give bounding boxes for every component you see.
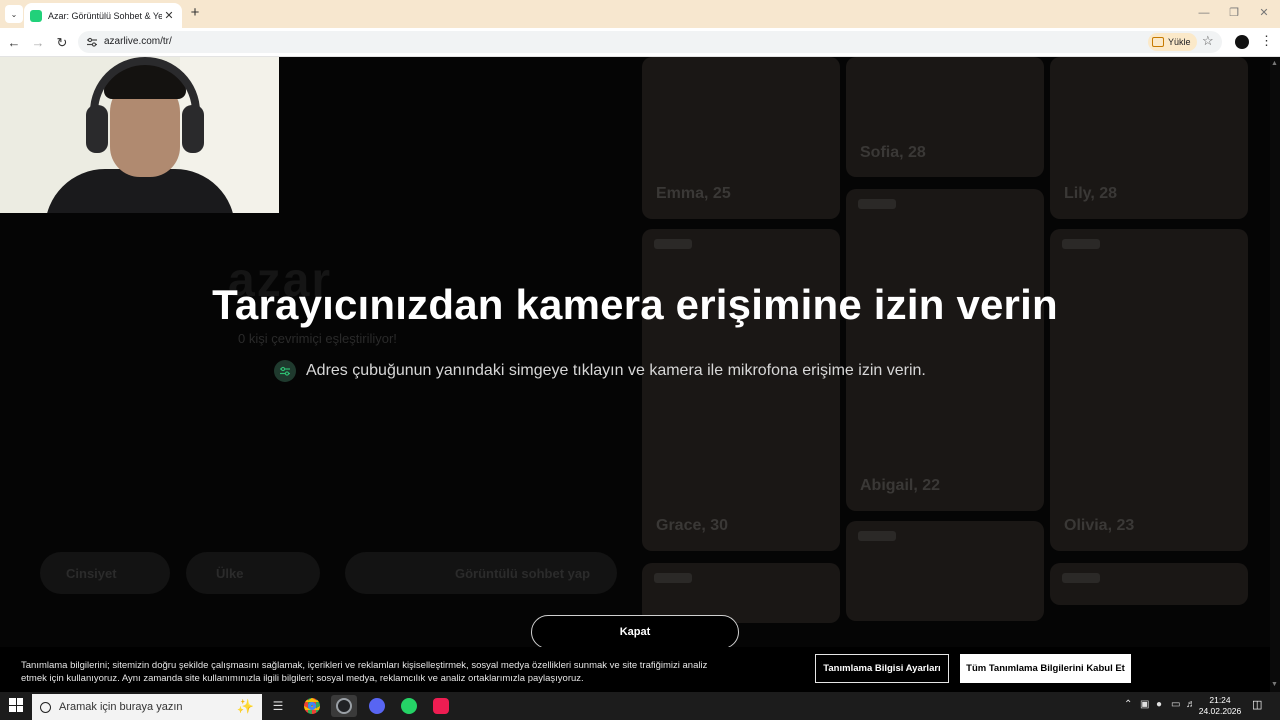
profile-card-tag	[1062, 239, 1100, 249]
scroll-up-icon[interactable]: ▲	[1271, 60, 1278, 67]
profile-card	[846, 521, 1044, 621]
clock-time: 21:24	[1209, 695, 1231, 705]
profile-card-tag	[858, 531, 896, 541]
tab-title: Azar: Görüntülü Sohbet & Yeni	[48, 10, 162, 21]
gender-filter-label: Cinsiyet	[66, 565, 117, 581]
profile-card-label: Grace, 30	[656, 517, 729, 534]
profile-card	[642, 563, 840, 623]
show-hidden-icons-icon[interactable]: ⌃	[1124, 699, 1132, 710]
microphone-icon[interactable]: ●	[1156, 699, 1162, 710]
profile-avatar[interactable]	[1235, 35, 1249, 49]
taskbar-search[interactable]: Aramak için buraya yazın ✨	[32, 694, 262, 720]
windows-start-icon[interactable]	[9, 698, 23, 712]
profile-card: Abigail, 22	[846, 189, 1044, 511]
profile-card	[1050, 563, 1248, 605]
profile-card-tag	[858, 199, 896, 209]
scroll-down-icon[interactable]: ▼	[1271, 681, 1278, 688]
tiktok-icon[interactable]	[428, 695, 454, 717]
browser-tab-strip: ⌄ Azar: Görüntülü Sohbet & Yeni ✕ + — ❐ …	[0, 0, 1280, 28]
whatsapp-icon[interactable]	[396, 695, 422, 717]
install-label: Yükle	[1168, 37, 1191, 47]
profile-grid: Emma, 25 Sofia, 28 Lily, 28 Abigail, 22 …	[640, 57, 1250, 623]
profile-card: Emma, 25	[642, 57, 840, 219]
cookie-banner: Tanımlama bilgilerini; sitemizin doğru ş…	[0, 647, 1280, 692]
headphone-left	[86, 105, 108, 153]
search-icon	[40, 701, 51, 713]
meet-now-icon[interactable]: ▣	[1140, 699, 1149, 710]
permission-heading: Tarayıcınızdan kamera erişimine izin ver…	[212, 281, 1058, 328]
profile-card-label: Olivia, 23	[1064, 517, 1135, 534]
webcam-preview	[0, 57, 279, 213]
country-filter-button[interactable]: Ülke	[186, 552, 320, 594]
profile-card-label: Sofia, 28	[860, 144, 926, 161]
profile-card-tag	[654, 239, 692, 249]
url-text: azarlive.com/tr/	[104, 36, 172, 47]
chrome-profile-icon[interactable]	[331, 695, 357, 717]
browser-toolbar: ← → ↻ azarlive.com/tr/ Yükle ☆ ⋮	[0, 28, 1280, 57]
sparkle-icon: ✨	[236, 698, 254, 714]
new-tab-button[interactable]: +	[187, 5, 203, 21]
bookmark-star-icon[interactable]: ☆	[1202, 33, 1214, 49]
start-video-chat-label: Görüntülü sohbet yap	[455, 565, 591, 581]
close-tab-icon[interactable]: ✕	[162, 9, 176, 23]
profile-card-tag	[1062, 573, 1100, 583]
notifications-icon[interactable]: ◫	[1252, 698, 1262, 711]
profile-card-tag	[654, 573, 692, 583]
network-icon[interactable]: ▭	[1171, 699, 1180, 710]
site-settings-icon[interactable]	[86, 36, 98, 48]
back-arrow-icon[interactable]: ←	[5, 34, 23, 52]
country-filter-label: Ülke	[216, 565, 244, 581]
profile-card-label: Emma, 25	[656, 185, 731, 202]
page-content: Emma, 25 Sofia, 28 Lily, 28 Abigail, 22 …	[0, 57, 1280, 692]
scrollbar[interactable]	[1270, 57, 1280, 692]
start-video-chat-button[interactable]: Görüntülü sohbet yap	[345, 552, 617, 594]
profile-card: Grace, 30	[642, 229, 840, 551]
instruction-text: Adres çubuğunun yanındaki simgeye tıklay…	[306, 362, 926, 379]
browser-tab[interactable]: Azar: Görüntülü Sohbet & Yeni ✕	[24, 3, 182, 28]
chevron-down-icon: ⌄	[10, 9, 18, 19]
browser-menu-icon[interactable]: ⋮	[1260, 33, 1273, 49]
taskbar-search-placeholder: Aramak için buraya yazın	[59, 701, 183, 713]
profile-card: Sofia, 28	[846, 57, 1044, 177]
gender-filter-button[interactable]: Cinsiyet	[40, 552, 170, 594]
close-button[interactable]: Kapat	[531, 615, 739, 649]
address-bar[interactable]: azarlive.com/tr/ Yükle ☆	[78, 31, 1222, 53]
discord-icon[interactable]	[364, 695, 390, 717]
taskbar: Aramak için buraya yazın ✨ ☰ ⌃ ▣ ● ▭ ♬ 2…	[0, 692, 1280, 720]
restore-window-icon[interactable]: ❐	[1227, 6, 1241, 20]
azar-favicon-icon	[30, 9, 42, 22]
cookie-text: Tanımlama bilgilerini; sitemizin doğru ş…	[21, 660, 708, 684]
minimize-window-icon[interactable]: —	[1197, 6, 1211, 20]
taskbar-clock[interactable]: 21:24 24.02.2026	[1198, 695, 1242, 717]
close-window-icon[interactable]: ✕	[1257, 6, 1271, 20]
profile-card-label: Abigail, 22	[860, 477, 941, 494]
accept-all-cookies-button[interactable]: Tüm Tanımlama Bilgilerini Kabul Et	[960, 654, 1131, 683]
tab-search-button[interactable]: ⌄	[5, 5, 23, 23]
volume-icon[interactable]: ♬	[1186, 699, 1196, 710]
profile-card: Olivia, 23	[1050, 229, 1248, 551]
headphone-right	[182, 105, 204, 153]
profile-card-label: Lily, 28	[1064, 185, 1118, 202]
permission-instruction: Adres çubuğunun yanındaki simgeye tıklay…	[274, 360, 926, 382]
site-settings-icon	[274, 360, 296, 382]
install-icon	[1152, 37, 1164, 47]
cookie-settings-button[interactable]: Tanımlama Bilgisi Ayarları	[815, 654, 949, 683]
online-count-text: 0 kişi çevrimiçi eşleştiriliyor!	[238, 331, 397, 346]
forward-arrow-icon[interactable]: →	[29, 34, 47, 52]
reload-icon[interactable]: ↻	[53, 34, 71, 52]
task-view-icon[interactable]: ☰	[265, 695, 291, 717]
chrome-icon[interactable]	[299, 695, 325, 717]
clock-date: 24.02.2026	[1198, 706, 1242, 716]
profile-card: Lily, 28	[1050, 57, 1248, 219]
install-app-button[interactable]: Yükle	[1148, 33, 1197, 51]
